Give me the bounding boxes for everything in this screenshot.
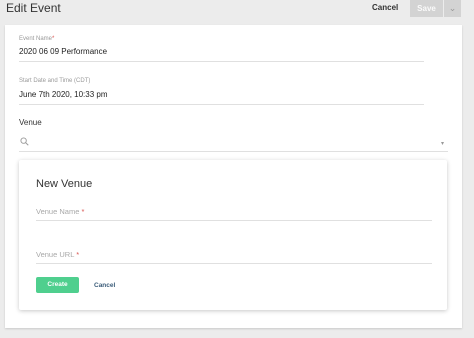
start-date-label: Start Date and Time (CDT) [19,78,91,84]
venue-url-input[interactable]: Venue URL * [36,250,79,259]
new-venue-card: New Venue Venue Name * Venue URL * [19,160,447,310]
cancel-button[interactable]: Cancel [372,3,398,12]
create-button[interactable]: Create [36,277,79,293]
venue-label: Venue [19,118,42,127]
save-button[interactable]: Save [410,0,443,17]
save-options-chevron-down-icon[interactable]: ⌄ [444,0,461,17]
venue-name-underline [36,220,432,221]
start-date-input[interactable]: June 7th 2020, 10:33 pm [19,90,108,99]
top-bar: Edit Event Cancel Save ⌄ [0,0,474,18]
new-venue-cancel-button[interactable]: Cancel [94,282,115,289]
start-date-underline [19,104,424,105]
event-name-underline [19,61,424,62]
new-venue-title: New Venue [36,178,93,190]
venue-url-underline [36,263,432,264]
search-icon [20,137,29,146]
venue-name-input[interactable]: Venue Name * [36,207,84,216]
event-name-label: Event Name* [19,36,55,42]
event-name-input[interactable]: 2020 06 09 Performance [19,47,107,56]
venue-dropdown-caret-icon[interactable]: ▾ [441,140,444,147]
page-title: Edit Event [6,1,61,15]
venue-search-input[interactable] [19,151,448,152]
